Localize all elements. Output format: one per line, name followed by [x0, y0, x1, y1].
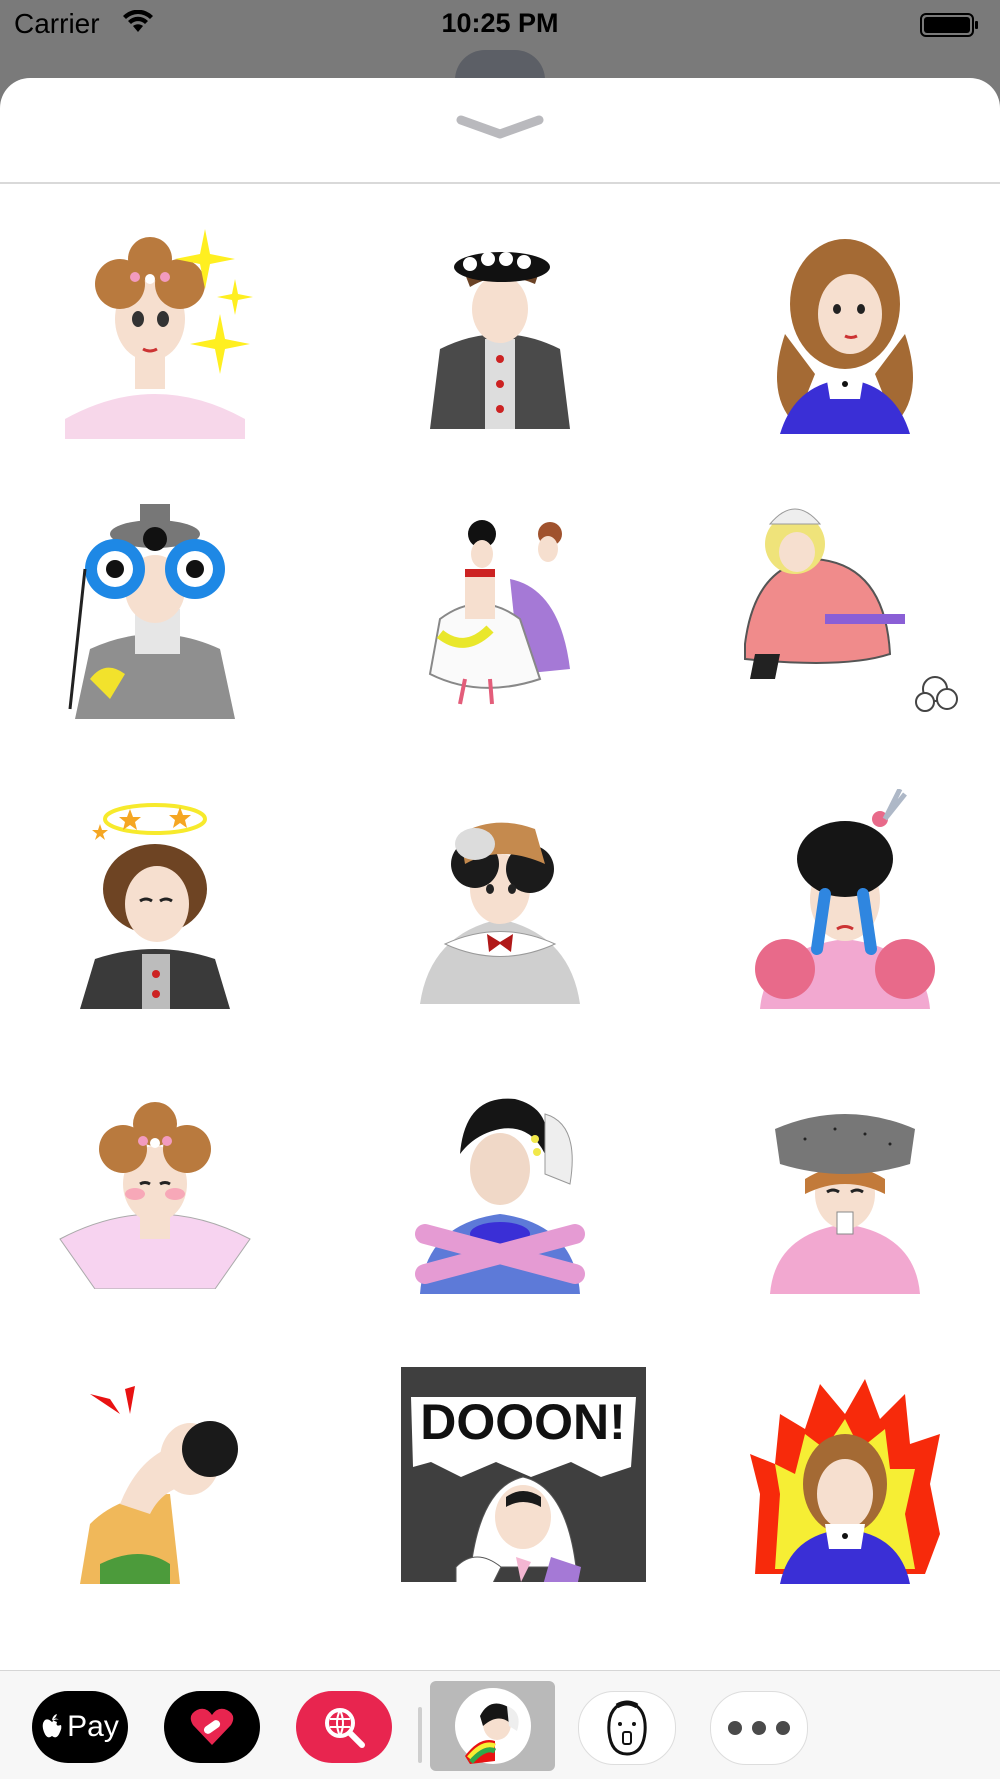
more-dot-icon [728, 1721, 742, 1735]
globe-search-icon [325, 1708, 365, 1748]
apple-logo-icon [42, 1714, 62, 1738]
egg-face-app[interactable] [578, 1691, 676, 1765]
search-gif-app[interactable] [296, 1691, 392, 1763]
more-dot-icon [752, 1721, 766, 1735]
apple-pay-app[interactable]: Pay [32, 1691, 128, 1763]
lady-rainbow-icon [454, 1688, 531, 1764]
apple-pay-label: Pay [67, 1710, 119, 1743]
more-dot-icon [776, 1721, 790, 1735]
sticker-fire-lady[interactable] [700, 1354, 990, 1604]
sticker-grey-hat-lady[interactable] [700, 1064, 990, 1314]
sticker-bonnet-red-bow-lady[interactable] [355, 774, 645, 1024]
more-apps-button[interactable] [710, 1691, 808, 1765]
sheet-divider [0, 182, 1000, 184]
sticker-two-ladies-walking[interactable] [355, 484, 645, 734]
sticker-flower-hat-lady[interactable] [355, 204, 645, 454]
drawer-separator [418, 1707, 422, 1763]
sticker-dooon-lady[interactable]: DOOON! [378, 1354, 668, 1604]
sticker-big-eye-mask-lady[interactable] [10, 484, 300, 734]
sticker-sitting-pink-lady[interactable] [700, 484, 990, 734]
heart-icon [190, 1708, 234, 1745]
sticker-sparkle-lady[interactable] [10, 204, 300, 454]
sticker-blushing-pink-lady[interactable] [10, 1064, 300, 1314]
clock: 10:25 PM [441, 8, 559, 38]
app-drawer: Pay [0, 1670, 1000, 1779]
sticker-crying-pink-lady[interactable] [700, 774, 990, 1024]
chevron-down-icon[interactable] [455, 112, 545, 142]
sticker-shocked-lady[interactable] [10, 1354, 300, 1604]
ladies-sticker-app[interactable] [430, 1681, 555, 1771]
egg-face-icon [607, 1700, 647, 1756]
sticker-curly-hair-blue-dress[interactable] [700, 204, 990, 454]
sticker-sheet: DOOON! [0, 78, 1000, 1778]
sticker-crossed-arms-lady[interactable] [355, 1064, 645, 1314]
battery-icon [920, 13, 978, 37]
sticker-dizzy-stars-lady[interactable] [10, 774, 300, 1024]
dooon-text: DOOON! [420, 1394, 626, 1450]
status-bar: Carrier 10:25 PM [0, 0, 1000, 50]
heart-app[interactable] [164, 1691, 260, 1763]
